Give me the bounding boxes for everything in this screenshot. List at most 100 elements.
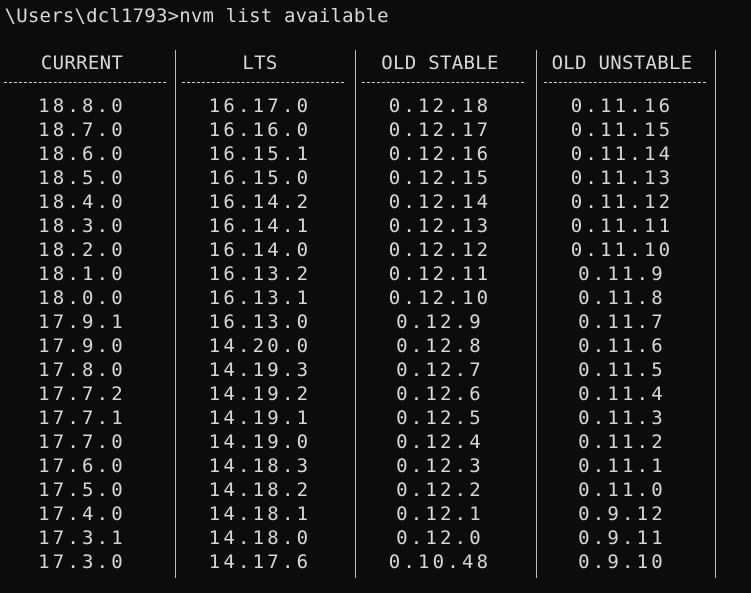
version-cell: 0.11.3 xyxy=(578,407,666,429)
version-cell: 0.11.1 xyxy=(578,455,666,477)
version-cell: 18.1.0 xyxy=(38,263,126,285)
version-cell: 0.11.10 xyxy=(570,239,674,261)
version-cell: 0.11.15 xyxy=(570,119,674,141)
version-cell: 14.18.2 xyxy=(208,479,312,501)
version-cell: 18.5.0 xyxy=(38,167,126,189)
version-cell: 0.12.6 xyxy=(396,383,484,405)
version-cell: 0.12.9 xyxy=(396,311,484,333)
version-cell: 17.7.0 xyxy=(38,431,126,453)
header-old-stable: OLD STABLE xyxy=(381,52,499,74)
version-cell: 0.11.2 xyxy=(578,431,666,453)
version-cell: 14.19.3 xyxy=(208,359,312,381)
version-cell: 0.9.10 xyxy=(578,551,666,573)
version-cell: 17.8.0 xyxy=(38,359,126,381)
version-cell: 14.20.0 xyxy=(208,335,312,357)
version-cell: 0.9.11 xyxy=(578,527,666,549)
version-cell: 14.19.0 xyxy=(208,431,312,453)
version-cell: 14.18.3 xyxy=(208,455,312,477)
column-old-unstable: OLD UNSTABLE 0.11.16 0.11.15 0.11.14 0.11.1… xyxy=(532,48,712,574)
version-cell: 0.12.13 xyxy=(388,215,492,237)
version-cell: 0.12.5 xyxy=(396,407,484,429)
version-cell: 16.13.1 xyxy=(208,287,312,309)
version-cell: 0.12.10 xyxy=(388,287,492,309)
header-lts: LTS xyxy=(242,52,278,74)
version-cell: 16.13.0 xyxy=(208,311,312,333)
version-cell: 0.11.12 xyxy=(570,191,674,213)
version-cell: 0.11.5 xyxy=(578,359,666,381)
version-cell: 0.12.17 xyxy=(388,119,492,141)
column-current: CURRENT 18.8.0 18.7.0 18.6.0 18.5.0 18.4.0 18… xyxy=(0,48,172,574)
version-cell: 0.12.7 xyxy=(396,359,484,381)
version-cell: 0.12.2 xyxy=(396,479,484,501)
header-old-unstable: OLD UNSTABLE xyxy=(551,52,693,74)
version-cell: 0.10.48 xyxy=(388,551,492,573)
version-cell: 14.17.6 xyxy=(208,551,312,573)
version-cell: 18.6.0 xyxy=(38,143,126,165)
old-unstable-version-list: 0.11.16 0.11.15 0.11.14 0.11.13 0.11.12 0.11.… xyxy=(532,94,712,574)
version-cell: 17.9.0 xyxy=(38,335,126,357)
command-text: nvm list available xyxy=(179,5,389,27)
version-cell: 0.12.0 xyxy=(396,527,484,549)
version-cell: 0.12.4 xyxy=(396,431,484,453)
version-cell: 0.9.12 xyxy=(578,503,666,525)
column-separator xyxy=(715,50,716,578)
version-cell: 0.11.16 xyxy=(570,95,674,117)
version-cell: 17.9.1 xyxy=(38,311,126,333)
version-cell: 16.15.0 xyxy=(208,167,312,189)
version-cell: 16.13.2 xyxy=(208,263,312,285)
version-cell: 0.11.14 xyxy=(570,143,674,165)
version-cell: 0.12.3 xyxy=(396,455,484,477)
version-cell: 0.11.9 xyxy=(578,263,666,285)
version-cell: 18.3.0 xyxy=(38,215,126,237)
version-cell: 0.11.0 xyxy=(578,479,666,501)
version-cell: 16.17.0 xyxy=(208,95,312,117)
command-prompt-line: :\Users\dcl1793>nvm list available xyxy=(0,4,389,28)
version-cell: 0.12.18 xyxy=(388,95,492,117)
current-version-list: 18.8.0 18.7.0 18.6.0 18.5.0 18.4.0 18.3.0 18.2… xyxy=(0,94,172,574)
version-cell: 14.19.2 xyxy=(208,383,312,405)
version-cell: 0.12.12 xyxy=(388,239,492,261)
version-cell: 0.12.14 xyxy=(388,191,492,213)
version-cell: 0.11.6 xyxy=(578,335,666,357)
version-cell: 0.12.8 xyxy=(396,335,484,357)
header-current: CURRENT xyxy=(40,52,124,74)
version-cell: 0.11.7 xyxy=(578,311,666,333)
version-cell: 14.18.1 xyxy=(208,503,312,525)
version-cell: 16.14.2 xyxy=(208,191,312,213)
version-cell: 0.12.11 xyxy=(388,263,492,285)
column-old-stable: OLD STABLE 0.12.18 0.12.17 0.12.16 0.12.15 0… xyxy=(350,48,530,574)
version-cell: 0.12.15 xyxy=(388,167,492,189)
version-cell: 0.11.13 xyxy=(570,167,674,189)
terminal-window[interactable]: :\Users\dcl1793>nvm list available CURRE… xyxy=(0,0,751,593)
version-cell: 0.11.8 xyxy=(578,287,666,309)
version-cell: 17.7.1 xyxy=(38,407,126,429)
header-rule xyxy=(170,78,350,90)
version-cell: 14.18.0 xyxy=(208,527,312,549)
lts-version-list: 16.17.0 16.16.0 16.15.1 16.15.0 16.14.2 16.14… xyxy=(170,94,350,574)
version-cell: 18.2.0 xyxy=(38,239,126,261)
version-cell: 17.3.0 xyxy=(38,551,126,573)
version-cell: 18.7.0 xyxy=(38,119,126,141)
prompt-path: :\Users\dcl1793> xyxy=(0,5,180,27)
version-cell: 16.14.0 xyxy=(208,239,312,261)
version-cell: 16.16.0 xyxy=(208,119,312,141)
version-cell: 18.4.0 xyxy=(38,191,126,213)
version-cell: 0.12.16 xyxy=(388,143,492,165)
version-cell: 17.6.0 xyxy=(38,455,126,477)
version-cell: 0.11.11 xyxy=(570,215,674,237)
version-cell: 16.15.1 xyxy=(208,143,312,165)
version-cell: 0.11.4 xyxy=(578,383,666,405)
version-cell: 18.0.0 xyxy=(38,287,126,309)
header-rule xyxy=(350,78,530,90)
header-rule xyxy=(532,78,712,90)
version-cell: 16.14.1 xyxy=(208,215,312,237)
version-cell: 18.8.0 xyxy=(38,95,126,117)
old-stable-version-list: 0.12.18 0.12.17 0.12.16 0.12.15 0.12.14 0.12.… xyxy=(350,94,530,574)
version-cell: 17.3.1 xyxy=(38,527,126,549)
version-cell: 17.5.0 xyxy=(38,479,126,501)
column-lts: LTS 16.17.0 16.16.0 16.15.1 16.15.0 16.14.2 1… xyxy=(170,48,350,574)
version-cell: 0.12.1 xyxy=(396,503,484,525)
version-cell: 17.7.2 xyxy=(38,383,126,405)
version-cell: 17.4.0 xyxy=(38,503,126,525)
version-cell: 14.19.1 xyxy=(208,407,312,429)
